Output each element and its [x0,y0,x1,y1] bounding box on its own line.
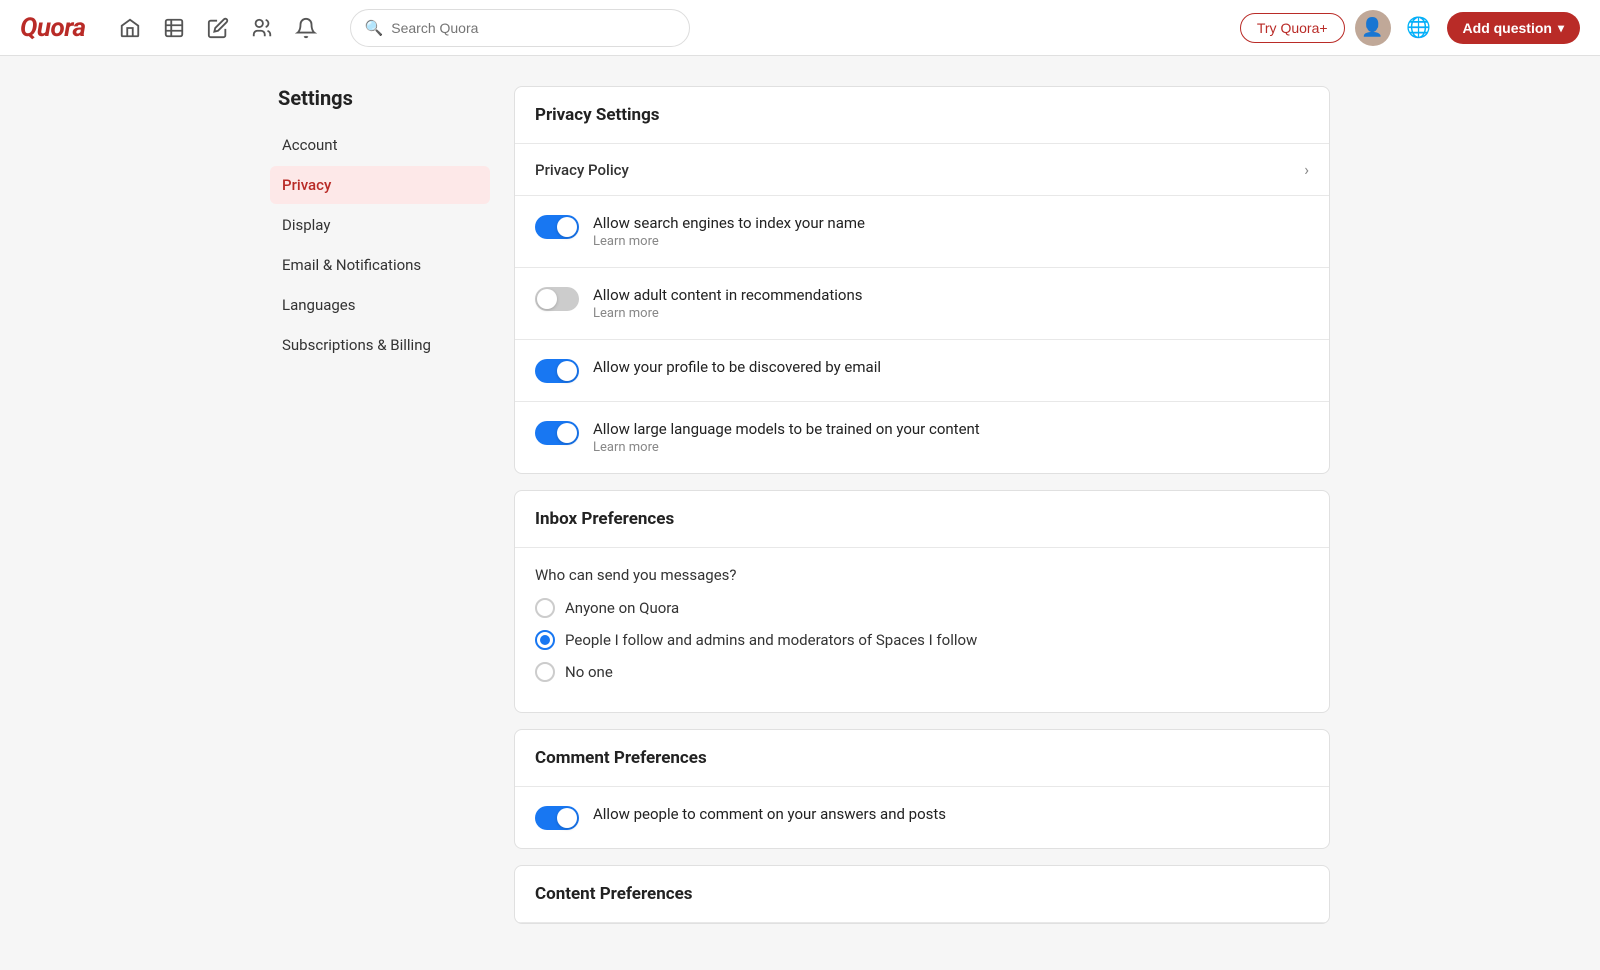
page-body: Settings Account Privacy Display Email &… [250,56,1350,970]
content-preferences-title: Content Preferences [515,866,1329,923]
learn-more-search-engines[interactable]: Learn more [593,234,1309,249]
chevron-right-icon: › [1304,160,1309,179]
home-icon[interactable] [110,8,150,48]
messages-radio-group: Who can send you messages? Anyone on Quo… [515,548,1329,712]
toggle-title-profile-email: Allow your profile to be discovered by e… [593,358,1309,376]
toggle-row-adult-content: Allow adult content in recommendations L… [515,268,1329,340]
toggle-row-llm-training: Allow large language models to be traine… [515,402,1329,473]
toggle-allow-comments[interactable] [535,806,579,830]
radio-circle-anyone [535,598,555,618]
radio-circle-following [535,630,555,650]
learn-more-llm[interactable]: Learn more [593,440,1309,455]
radio-option-no-one[interactable]: No one [535,662,1309,682]
inbox-preferences-card: Inbox Preferences Who can send you messa… [514,490,1330,713]
toggle-title-llm-training: Allow large language models to be traine… [593,420,1309,438]
toggle-text-llm-training: Allow large language models to be traine… [593,420,1309,455]
privacy-policy-label: Privacy Policy [535,161,629,179]
radio-option-anyone[interactable]: Anyone on Quora [535,598,1309,618]
inbox-preferences-title: Inbox Preferences [515,491,1329,548]
learn-more-adult-content[interactable]: Learn more [593,306,1309,321]
main-content: Privacy Settings Privacy Policy › Allow … [514,86,1330,940]
toggle-title-adult-content: Allow adult content in recommendations [593,286,1309,304]
sidebar-item-account[interactable]: Account [270,126,490,164]
radio-label-following: People I follow and admins and moderator… [565,631,977,649]
search-bar[interactable]: 🔍 [350,9,690,47]
toggle-row-search-engines: Allow search engines to index your name … [515,196,1329,268]
toggle-search-engines[interactable] [535,215,579,239]
comment-preferences-card: Comment Preferences Allow people to comm… [514,729,1330,849]
sidebar-item-display[interactable]: Display [270,206,490,244]
radio-label-anyone: Anyone on Quora [565,599,679,617]
toggle-row-allow-comments: Allow people to comment on your answers … [515,787,1329,848]
notifications-icon[interactable] [286,8,326,48]
try-plus-button[interactable]: Try Quora+ [1240,13,1345,43]
header-right: Try Quora+ 👤 🌐 Add question ▾ [1240,10,1580,46]
spaces-icon[interactable] [242,8,282,48]
feed-icon[interactable] [154,8,194,48]
language-icon[interactable]: 🌐 [1401,10,1437,46]
messages-question: Who can send you messages? [535,566,1309,584]
sidebar-item-subscriptions-billing[interactable]: Subscriptions & Billing [270,326,490,364]
quora-logo[interactable]: Quora [20,13,86,43]
edit-icon[interactable] [198,8,238,48]
toggle-text-profile-email: Allow your profile to be discovered by e… [593,358,1309,378]
add-question-button[interactable]: Add question ▾ [1447,12,1580,44]
toggle-title-allow-comments: Allow people to comment on your answers … [593,805,1309,823]
sidebar-title: Settings [270,86,490,110]
toggle-adult-content[interactable] [535,287,579,311]
toggle-text-search-engines: Allow search engines to index your name … [593,214,1309,249]
chevron-down-icon: ▾ [1558,21,1564,35]
toggle-llm-training[interactable] [535,421,579,445]
toggle-row-profile-email: Allow your profile to be discovered by e… [515,340,1329,402]
search-input[interactable] [391,20,674,36]
radio-circle-no-one [535,662,555,682]
radio-option-following[interactable]: People I follow and admins and moderator… [535,630,1309,650]
content-preferences-card: Content Preferences [514,865,1330,924]
toggle-profile-email[interactable] [535,359,579,383]
sidebar-item-languages[interactable]: Languages [270,286,490,324]
sidebar-item-privacy[interactable]: Privacy [270,166,490,204]
toggle-text-adult-content: Allow adult content in recommendations L… [593,286,1309,321]
comment-preferences-title: Comment Preferences [515,730,1329,787]
toggle-title-search-engines: Allow search engines to index your name [593,214,1309,232]
toggle-text-allow-comments: Allow people to comment on your answers … [593,805,1309,825]
sidebar-item-email-notifications[interactable]: Email & Notifications [270,246,490,284]
search-icon: 🔍 [365,19,384,37]
privacy-policy-row[interactable]: Privacy Policy › [515,144,1329,196]
privacy-settings-title: Privacy Settings [515,87,1329,144]
privacy-settings-card: Privacy Settings Privacy Policy › Allow … [514,86,1330,474]
sidebar: Settings Account Privacy Display Email &… [270,86,490,940]
avatar[interactable]: 👤 [1355,10,1391,46]
nav-icons [110,8,326,48]
radio-label-no-one: No one [565,663,613,681]
header: Quora 🔍 Try Quora+ 👤 🌐 Add question ▾ [0,0,1600,56]
